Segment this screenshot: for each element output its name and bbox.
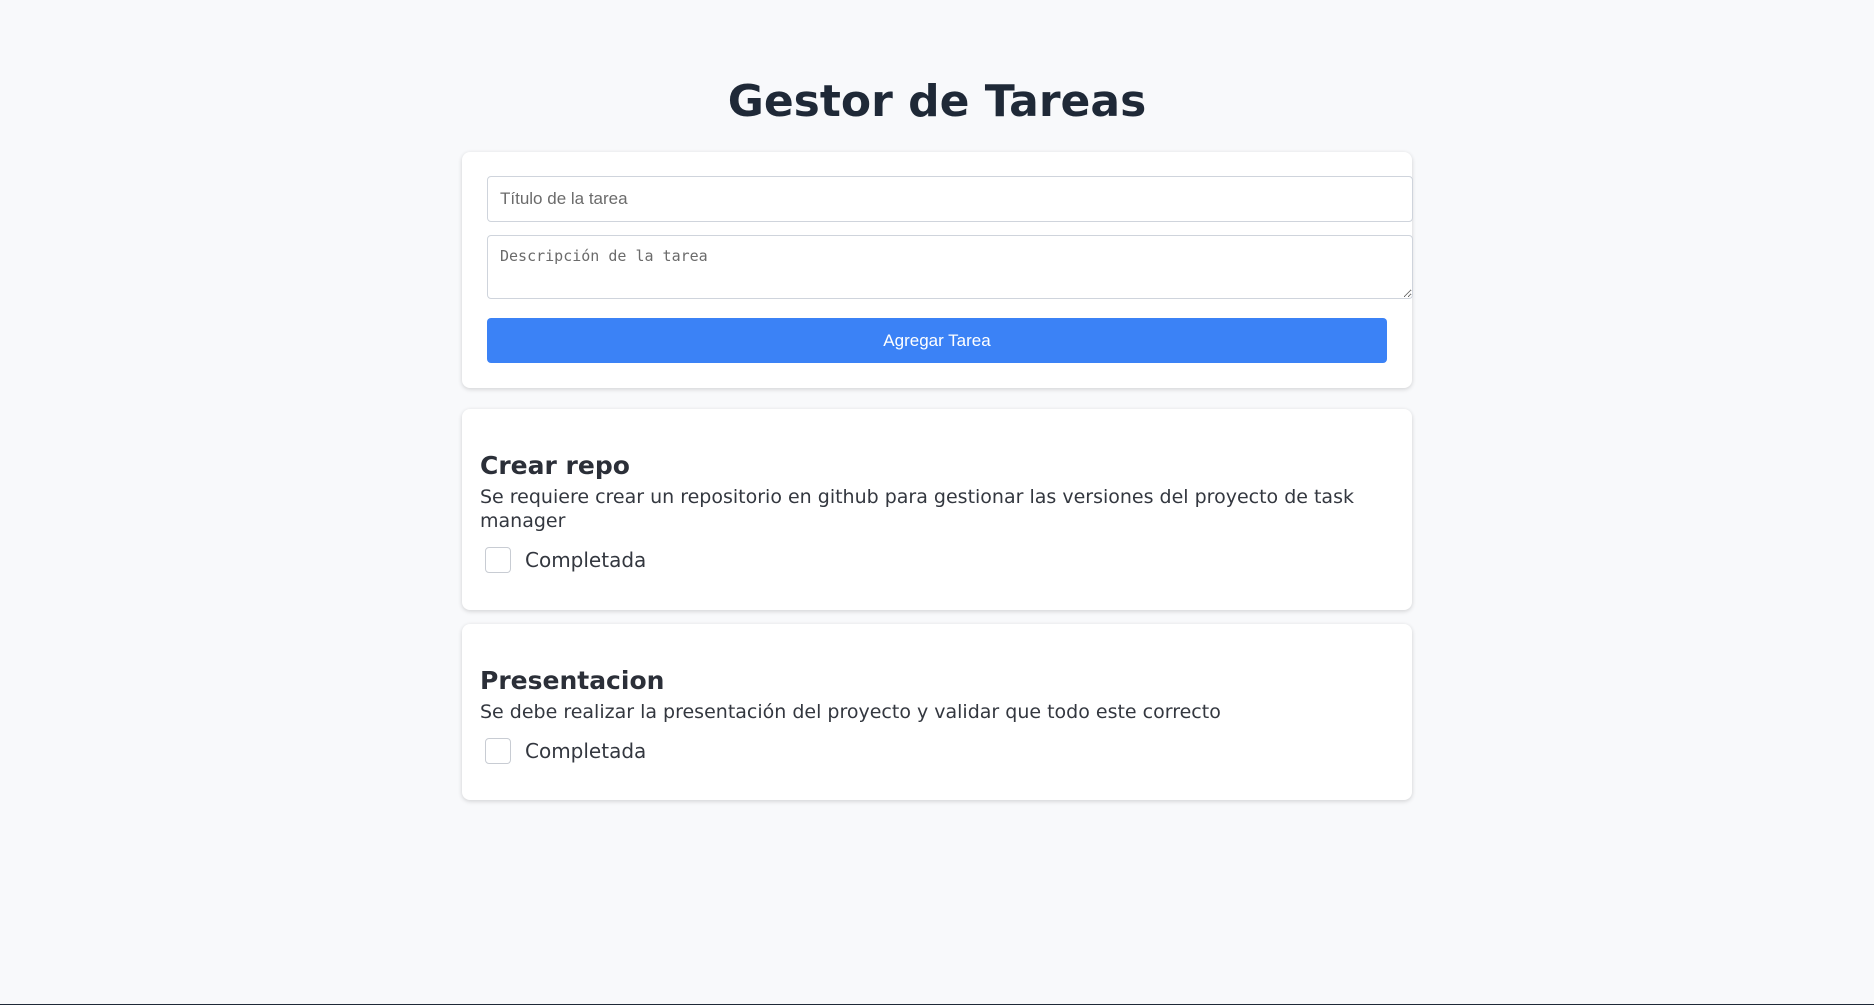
task-completed-row: Completada [480,547,1394,573]
task-card: Presentacion Se debe realizar la present… [462,624,1412,800]
task-completed-row: Completada [480,738,1394,764]
completed-checkbox[interactable] [485,547,511,573]
task-title: Presentacion [480,666,665,695]
completed-label: Completada [525,548,647,572]
task-title: Crear repo [480,451,630,480]
page-title: Gestor de Tareas [727,76,1147,127]
task-form-card: Agregar Tarea [462,152,1413,388]
add-task-button[interactable]: Agregar Tarea [487,318,1387,363]
task-description: Se debe realizar la presentación del pro… [480,701,1221,723]
task-description-input[interactable] [487,235,1413,299]
task-card: Crear repo Se requiere crear un reposito… [462,409,1412,610]
completed-label: Completada [525,739,647,763]
task-title-input[interactable] [487,176,1413,222]
task-description: Se requiere crear un repositorio en gith… [480,486,1354,532]
completed-checkbox[interactable] [485,738,511,764]
